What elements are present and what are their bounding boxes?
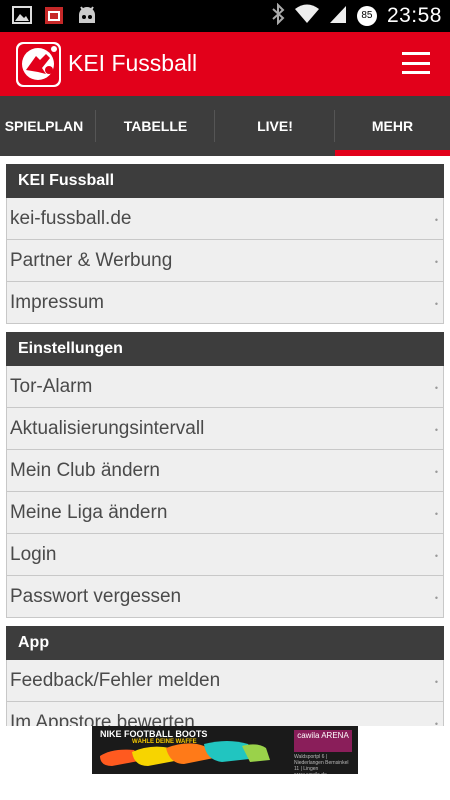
section-header: Einstellungen [6, 332, 444, 366]
chevron-right-icon: • [434, 677, 438, 687]
chevron-right-icon: • [434, 719, 438, 726]
battery-level-text: 85 [361, 10, 373, 21]
tab-label: LIVE! [257, 118, 293, 134]
list-item-label: Im Appstore bewerten [10, 711, 195, 727]
settings-list: KEI Fussball kei-fussball.de • Partner & … [0, 156, 450, 726]
list-item-label: Partner & Werbung [10, 249, 173, 271]
section-einstellungen: Einstellungen Tor-Alarm • Aktualisierungs… [6, 332, 444, 618]
tab-label: MEHR [371, 118, 414, 134]
battery-icon: 85 [356, 5, 378, 27]
list-item-interval[interactable]: Aktualisierungsintervall • [6, 408, 444, 450]
list-item-label: Mein Club ändern [10, 459, 160, 481]
list-item-label: Login [10, 543, 57, 565]
chevron-right-icon: • [434, 257, 438, 267]
list-item-label: Meine Liga ändern [10, 501, 168, 523]
tab-bar: SPIELPLAN TABELLE LIVE! MEHR [0, 96, 450, 156]
ad-brand-details: Waldsportpl 6 | Niederlangen Bernsinkel … [294, 754, 349, 774]
football-boots-image [100, 741, 270, 766]
app-bar: KEI Fussball [0, 32, 450, 96]
list-item-website[interactable]: kei-fussball.de • [6, 198, 444, 240]
section-app: App Feedback/Fehler melden • Im Appstore … [6, 626, 444, 726]
section-kei-fussball: KEI Fussball kei-fussball.de • Partner & … [6, 164, 444, 324]
chevron-right-icon: • [434, 215, 438, 225]
calendar-notification-icon [44, 5, 64, 29]
status-bar: 85 23:58 [0, 0, 450, 32]
list-item-tor-alarm[interactable]: Tor-Alarm • [6, 366, 444, 408]
app-title: KEI Fussball [68, 50, 198, 76]
chevron-right-icon: • [434, 593, 438, 603]
list-item-label: Tor-Alarm [10, 375, 93, 397]
chevron-right-icon: • [434, 551, 438, 561]
list-item-label: kei-fussball.de [10, 207, 132, 229]
list-item-label: Aktualisierungsintervall [10, 417, 205, 439]
chevron-right-icon: • [434, 383, 438, 393]
tab-mehr[interactable]: MEHR [335, 96, 450, 156]
clock: 23:58 [386, 4, 442, 27]
chevron-right-icon: • [434, 467, 438, 477]
bluetooth-icon [271, 2, 285, 29]
list-item-label: Passwort vergessen [10, 585, 182, 607]
wifi-icon [294, 4, 320, 28]
tab-tabelle[interactable]: TABELLE [96, 96, 215, 156]
tab-label: SPIELPLAN [4, 118, 84, 134]
chevron-right-icon: • [434, 299, 438, 309]
list-item-feedback[interactable]: Feedback/Fehler melden • [6, 660, 444, 702]
chevron-right-icon: • [434, 425, 438, 435]
tab-label: TABELLE [123, 118, 188, 134]
signal-icon [329, 4, 347, 28]
chevron-right-icon: • [434, 509, 438, 519]
list-item-login[interactable]: Login • [6, 534, 444, 576]
image-notification-icon [12, 6, 32, 28]
section-header: KEI Fussball [6, 164, 444, 198]
app-logo-icon [16, 42, 61, 87]
section-header: App [6, 626, 444, 660]
list-item-rate[interactable]: Im Appstore bewerten • [6, 702, 444, 726]
tab-spielplan[interactable]: SPIELPLAN [0, 96, 96, 156]
android-debug-icon [76, 5, 98, 29]
list-item-password[interactable]: Passwort vergessen • [6, 576, 444, 618]
list-item-club[interactable]: Mein Club ändern • [6, 450, 444, 492]
tab-live[interactable]: LIVE! [215, 96, 335, 156]
menu-icon[interactable] [402, 52, 430, 74]
list-item-partner[interactable]: Partner & Werbung • [6, 240, 444, 282]
ad-banner[interactable]: NIKE FOOTBALL BOOTS WÄHLE DEINE WAFFE ca… [92, 726, 358, 774]
list-item-liga[interactable]: Meine Liga ändern • [6, 492, 444, 534]
bottom-spacer [0, 774, 450, 800]
list-item-impressum[interactable]: Impressum • [6, 282, 444, 324]
list-item-label: Impressum [10, 291, 104, 313]
list-item-label: Feedback/Fehler melden [10, 669, 221, 691]
ad-brand-logo: cawila ARENA [294, 730, 352, 752]
